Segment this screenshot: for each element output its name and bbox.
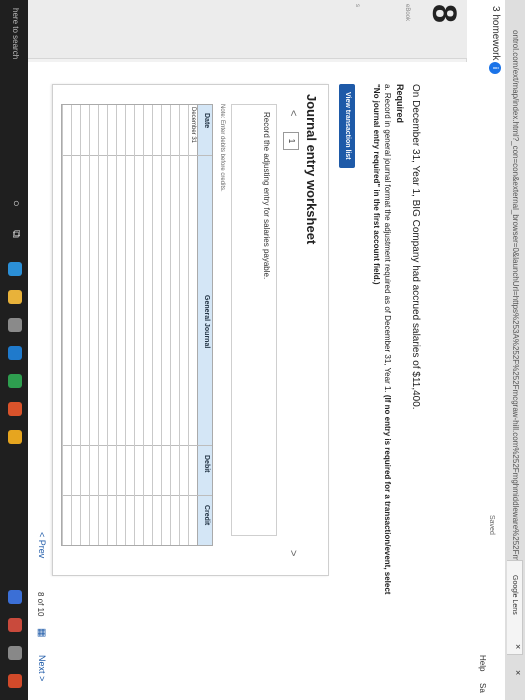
column-header-general-journal: General Journal xyxy=(203,295,210,349)
file-explorer-icon[interactable] xyxy=(8,290,22,304)
mail-icon[interactable] xyxy=(8,346,22,360)
journal-row[interactable] xyxy=(80,105,90,545)
journal-header-row: Date General Journal Debit Credit xyxy=(197,105,212,545)
question-number: 8 xyxy=(425,4,463,23)
app-icon[interactable] xyxy=(8,374,22,388)
journal-row[interactable] xyxy=(152,105,162,545)
app-icon[interactable] xyxy=(8,618,22,632)
journal-row[interactable] xyxy=(71,105,81,545)
page-indicator: 8 of 10 xyxy=(36,592,45,617)
help-link[interactable]: Help xyxy=(478,655,487,671)
save-exit-link[interactable]: Sa xyxy=(478,683,487,693)
app-icon[interactable] xyxy=(8,674,22,688)
task-view-icon[interactable]: ⧉ xyxy=(9,230,22,238)
entry-number-badge[interactable]: 1 xyxy=(283,132,299,150)
column-header-debit: Debit xyxy=(203,455,210,473)
required-heading: Required xyxy=(395,84,405,124)
office-icon[interactable] xyxy=(8,402,22,416)
journal-row[interactable] xyxy=(89,105,99,545)
assignment-header xyxy=(466,0,505,700)
chevron-left-icon[interactable]: < xyxy=(287,110,299,116)
journal-row[interactable] xyxy=(170,105,180,545)
url-text: ontrol.com/ext/map/index.html?_con=con&e… xyxy=(511,30,520,618)
info-icon[interactable]: i xyxy=(489,62,501,74)
journal-row[interactable] xyxy=(116,105,126,545)
browser-tab[interactable]: Google Lens xyxy=(507,560,523,655)
journal-row[interactable] xyxy=(188,105,198,545)
cortana-icon[interactable]: ○ xyxy=(10,200,22,207)
edge-icon[interactable] xyxy=(8,262,22,276)
view-transaction-list-button[interactable]: View transaction list xyxy=(339,84,355,168)
homework-page: ontrol.com/ext/map/index.html?_con=con&e… xyxy=(0,0,525,700)
question-text: On December 31, Year 1, BIG Company had … xyxy=(410,84,421,410)
journal-row[interactable] xyxy=(107,105,117,545)
photos-icon[interactable] xyxy=(8,590,22,604)
ebook-link[interactable]: eBook xyxy=(404,4,410,21)
entry-description: Record the adjusting entry for salaries … xyxy=(262,112,271,280)
instructions: a. Record in general journal format the … xyxy=(371,84,393,604)
instruction-a: a. Record in general journal format the … xyxy=(383,84,392,393)
saved-status: Saved xyxy=(488,515,495,535)
gear-icon[interactable] xyxy=(8,646,22,660)
close-icon[interactable]: × xyxy=(513,670,523,675)
assignment-title: 3 homework xyxy=(490,6,501,61)
journal-row[interactable] xyxy=(143,105,153,545)
journal-row[interactable] xyxy=(62,105,72,545)
question-rail xyxy=(0,0,467,59)
journal-row[interactable] xyxy=(125,105,135,545)
column-header-credit: Credit xyxy=(203,505,210,526)
next-button[interactable]: Next > xyxy=(37,655,47,681)
grid-icon[interactable]: ▦ xyxy=(36,628,47,637)
journal-table: Date General Journal Debit Credit Decemb… xyxy=(61,104,213,546)
chevron-right-icon[interactable]: > xyxy=(287,550,299,556)
journal-row[interactable] xyxy=(179,105,189,545)
prev-button[interactable]: < Prev xyxy=(37,532,47,558)
debits-note: Note: Enter debits before credits. xyxy=(219,104,225,192)
store-icon[interactable] xyxy=(8,318,22,332)
rail-label: s xyxy=(354,4,360,7)
chrome-icon[interactable] xyxy=(8,430,22,444)
tab-close-icon[interactable]: × xyxy=(513,644,523,649)
worksheet-title: Journal entry worksheet xyxy=(304,94,319,245)
journal-row[interactable] xyxy=(98,105,108,545)
column-header-date: Date xyxy=(203,113,210,129)
journal-row[interactable] xyxy=(161,105,171,545)
journal-row[interactable] xyxy=(134,105,144,545)
taskbar-search[interactable]: here to search xyxy=(11,8,20,59)
